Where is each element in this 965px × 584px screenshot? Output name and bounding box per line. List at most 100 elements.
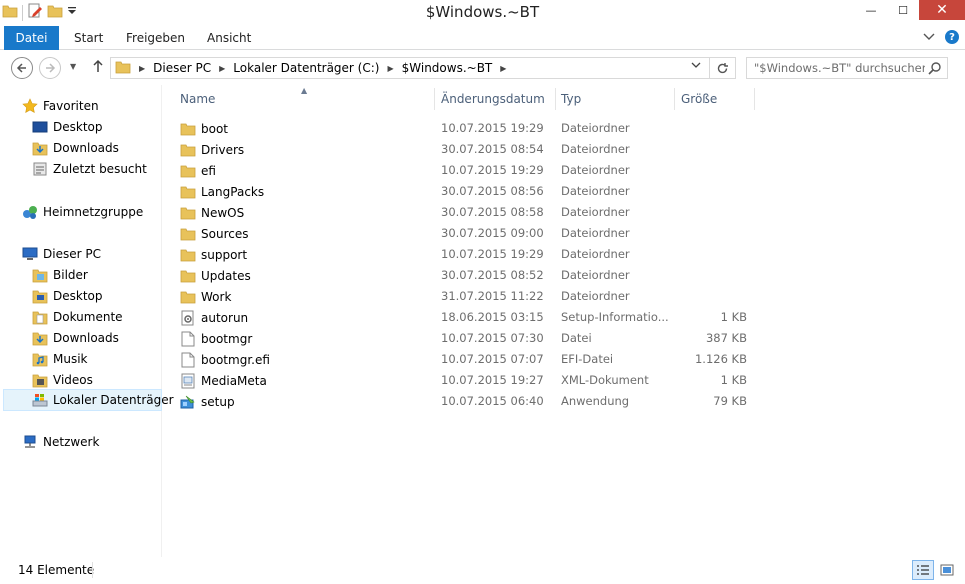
search-icon[interactable] (928, 61, 942, 78)
tab-start[interactable]: Start (62, 26, 115, 50)
column-divider[interactable] (434, 88, 435, 110)
file-name: bootmgr (201, 331, 253, 346)
column-divider[interactable] (555, 88, 556, 110)
table-row[interactable]: Updates 30.07.2015 08:52 Dateiordner (179, 265, 754, 286)
file-name: bootmgr.efi (201, 352, 270, 367)
desktop-icon (32, 119, 48, 135)
help-icon[interactable]: ? (945, 30, 959, 44)
maximize-button[interactable]: ☐ (887, 0, 919, 20)
file-name: Work (201, 289, 232, 304)
column-divider[interactable] (754, 88, 755, 110)
table-row[interactable]: NewOS 30.07.2015 08:58 Dateiordner (179, 202, 754, 223)
column-header-type[interactable]: Typ (557, 88, 674, 110)
nav-fav-recent[interactable]: Zuletzt besucht (32, 159, 147, 179)
desktop-folder-icon (32, 288, 48, 304)
table-row[interactable]: efi 10.07.2015 19:29 Dateiordner (179, 160, 754, 181)
file-date: 10.07.2015 19:29 (441, 163, 544, 177)
table-row[interactable]: autorun 18.06.2015 03:15 Setup-Informati… (179, 307, 754, 328)
table-row[interactable]: bootmgr 10.07.2015 07:30 Datei 387 KB (179, 328, 754, 349)
status-bar: 14 Elemente (0, 557, 965, 584)
tab-ansicht[interactable]: Ansicht (195, 26, 263, 50)
folder-icon (179, 121, 197, 137)
nav-dieser-pc[interactable]: Dieser PC (22, 244, 101, 264)
nav-bilder[interactable]: Bilder (32, 265, 88, 285)
address-bar[interactable]: ▶ Dieser PC ▶ Lokaler Datenträger (C:) ▶… (110, 57, 736, 79)
folder-icon (179, 268, 197, 284)
expand-ribbon-icon[interactable] (923, 30, 935, 44)
file-date: 10.07.2015 06:40 (441, 394, 544, 408)
file-type: Anwendung (561, 394, 630, 408)
properties-icon[interactable] (27, 3, 43, 22)
recent-places-icon (32, 161, 48, 177)
nav-musik[interactable]: Musik (32, 349, 88, 369)
file-date: 31.07.2015 11:22 (441, 289, 544, 303)
table-row[interactable]: boot 10.07.2015 19:29 Dateiordner (179, 118, 754, 139)
column-divider[interactable] (674, 88, 675, 110)
table-row[interactable]: bootmgr.efi 10.07.2015 07:07 EFI-Datei 1… (179, 349, 754, 370)
music-folder-icon (32, 351, 48, 367)
nav-lokaler-datentraeger[interactable]: Lokaler Datenträger (3, 389, 174, 411)
column-header-size[interactable]: Größe (677, 88, 754, 110)
file-name: LangPacks (201, 184, 265, 199)
back-button[interactable] (11, 57, 33, 79)
nav-favoriten[interactable]: Favoriten (22, 96, 99, 116)
search-input[interactable] (747, 61, 925, 75)
breadcrumb-windows-bt[interactable]: $Windows.~BT (396, 61, 499, 75)
file-name: Updates (201, 268, 251, 283)
title-bar: $Windows.~BT — ☐ ✕ (0, 0, 965, 26)
file-size: 387 KB (705, 331, 747, 345)
new-folder-icon[interactable] (47, 4, 63, 21)
folder-icon (179, 205, 197, 221)
table-row[interactable]: setup 10.07.2015 06:40 Anwendung 79 KB (179, 391, 754, 412)
table-row[interactable]: support 10.07.2015 19:29 Dateiordner (179, 244, 754, 265)
nav-fav-desktop[interactable]: Desktop (32, 117, 103, 137)
nav-dokumente[interactable]: Dokumente (32, 307, 123, 327)
large-icons-view-button[interactable] (936, 560, 958, 580)
nav-label: Downloads (53, 141, 119, 155)
breadcrumb-dieser-pc[interactable]: Dieser PC (147, 61, 217, 75)
folder-icon (179, 163, 197, 179)
file-type: Dateiordner (561, 289, 630, 303)
folder-icon[interactable] (2, 4, 18, 21)
nav-fav-downloads[interactable]: Downloads (32, 138, 119, 158)
details-view-button[interactable] (912, 560, 934, 580)
file-icon (179, 352, 197, 368)
network-icon (22, 434, 38, 450)
file-type: Datei (561, 331, 592, 345)
customize-qat-icon[interactable] (67, 5, 77, 20)
up-button[interactable] (92, 59, 104, 77)
column-header-date[interactable]: Änderungsdatum (437, 88, 554, 110)
setup-info-icon (179, 310, 197, 326)
tab-datei[interactable]: Datei (4, 26, 59, 50)
nav-netzwerk[interactable]: Netzwerk (22, 432, 99, 452)
chevron-right-icon[interactable]: ▶ (498, 64, 508, 73)
file-date: 18.06.2015 03:15 (441, 310, 544, 324)
chevron-right-icon[interactable]: ▶ (131, 64, 147, 73)
close-button[interactable]: ✕ (919, 0, 965, 20)
table-row[interactable]: Drivers 30.07.2015 08:54 Dateiordner (179, 139, 754, 160)
nav-heimnetzgruppe[interactable]: Heimnetzgruppe (22, 202, 143, 222)
file-size: 1 KB (720, 310, 747, 324)
address-dropdown-icon[interactable] (691, 61, 701, 71)
file-type: Dateiordner (561, 142, 630, 156)
minimize-button[interactable]: — (855, 0, 887, 20)
window-title: $Windows.~BT (425, 3, 540, 21)
recent-locations-button[interactable]: ▼ (70, 62, 76, 71)
file-type: Dateiordner (561, 163, 630, 177)
nav-desktop[interactable]: Desktop (32, 286, 103, 306)
table-row[interactable]: MediaMeta 10.07.2015 19:27 XML-Dokument … (179, 370, 754, 391)
table-row[interactable]: Work 31.07.2015 11:22 Dateiordner (179, 286, 754, 307)
breadcrumb-lokaler-datentraeger[interactable]: Lokaler Datenträger (C:) (227, 61, 385, 75)
nav-videos[interactable]: Videos (32, 370, 93, 390)
file-date: 30.07.2015 08:58 (441, 205, 544, 219)
forward-button[interactable] (39, 57, 61, 79)
refresh-button[interactable] (709, 58, 735, 78)
nav-downloads[interactable]: Downloads (32, 328, 119, 348)
tab-freigeben[interactable]: Freigeben (114, 26, 197, 50)
table-row[interactable]: LangPacks 30.07.2015 08:56 Dateiordner (179, 181, 754, 202)
column-header-name[interactable]: Name (176, 88, 434, 110)
table-row[interactable]: Sources 30.07.2015 09:00 Dateiordner (179, 223, 754, 244)
chevron-right-icon[interactable]: ▶ (217, 64, 227, 73)
chevron-right-icon[interactable]: ▶ (385, 64, 395, 73)
nav-label: Dokumente (53, 310, 123, 324)
